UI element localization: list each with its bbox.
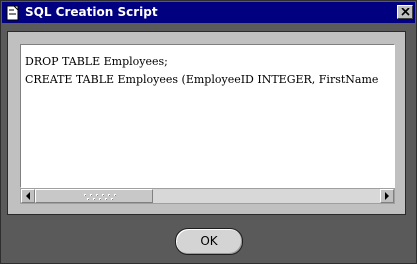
title-bar[interactable]: SQL Creation Script	[2, 2, 415, 23]
close-icon	[401, 8, 410, 16]
arrow-left-icon	[26, 192, 30, 200]
document-icon	[5, 5, 21, 21]
script-line: CREATE TABLE Employees (EmployeeID INTEG…	[25, 73, 379, 86]
scroll-thumb[interactable]	[35, 189, 153, 203]
script-line: DROP TABLE Employees;	[25, 55, 168, 68]
sql-script-textarea[interactable]: DROP TABLE Employees; CREATE TABLE Emplo…	[20, 44, 395, 188]
close-button[interactable]	[397, 5, 413, 19]
horizontal-scrollbar[interactable]	[20, 188, 395, 204]
arrow-right-icon	[385, 192, 389, 200]
sql-creation-script-dialog: SQL Creation Script DROP TABLE Employees…	[0, 0, 417, 264]
grip-icon	[84, 194, 116, 200]
scroll-left-button[interactable]	[21, 189, 35, 203]
content-panel: DROP TABLE Employees; CREATE TABLE Emplo…	[7, 31, 406, 215]
window-title: SQL Creation Script	[25, 5, 158, 19]
scroll-right-button[interactable]	[380, 189, 394, 203]
ok-button[interactable]: OK	[175, 228, 243, 255]
